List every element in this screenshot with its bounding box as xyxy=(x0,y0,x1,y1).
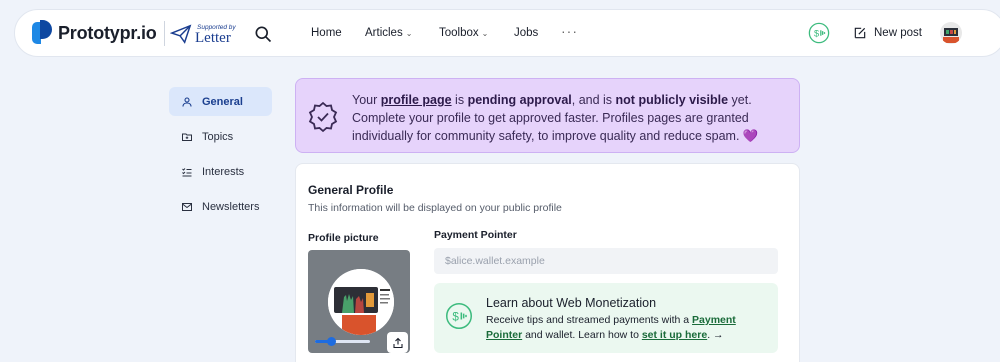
chevron-down-icon: ⌄ xyxy=(481,29,489,38)
checklist-icon xyxy=(182,167,192,176)
sidebar-item-general[interactable]: General xyxy=(169,87,272,116)
settings-sidebar: General Topics Interests Newsletters xyxy=(169,87,272,227)
profile-picture-preview xyxy=(328,269,394,335)
monetization-title: Learn about Web Monetization xyxy=(486,296,657,310)
letter-partner-logo[interactable]: Letter xyxy=(195,30,231,47)
new-post-label: New post xyxy=(874,27,922,39)
card-subtitle: This information will be displayed on yo… xyxy=(308,202,562,214)
payment-pointer-label: Payment Pointer xyxy=(434,229,517,241)
profile-page-link[interactable]: profile page xyxy=(381,93,452,107)
user-avatar[interactable] xyxy=(940,22,962,44)
sidebar-item-topics[interactable]: Topics xyxy=(169,122,272,151)
purple-heart-icon: 💜 xyxy=(742,129,759,143)
chevron-down-icon: ⌄ xyxy=(405,29,413,38)
prototypr-logo-icon[interactable] xyxy=(32,20,52,46)
web-monetization-info: $ Learn about Web Monetization Receive t… xyxy=(434,283,778,353)
mail-icon xyxy=(182,202,192,211)
paper-plane-icon[interactable] xyxy=(170,23,192,45)
nav-articles[interactable]: Articles ⌄ xyxy=(365,27,412,39)
profile-picture-label: Profile picture xyxy=(308,232,379,244)
web-monetization-icon: $ xyxy=(445,302,473,330)
upload-button[interactable] xyxy=(387,332,408,353)
more-menu-icon[interactable]: ··· xyxy=(561,23,578,39)
card-title: General Profile xyxy=(308,183,394,197)
nav-toolbox[interactable]: Toolbox ⌄ xyxy=(439,27,488,39)
pending-approval-banner: Your profile page is pending approval, a… xyxy=(295,78,800,153)
web-monetization-icon[interactable]: $ xyxy=(808,22,830,44)
upload-icon xyxy=(392,337,403,348)
brand-name[interactable]: Prototypr.io xyxy=(58,23,157,44)
top-navbar: Prototypr.io Supported by Letter Home Ar… xyxy=(14,9,1000,57)
zoom-slider-handle[interactable] xyxy=(327,337,336,346)
profile-picture-cropper[interactable] xyxy=(308,250,410,353)
brand-divider xyxy=(164,21,165,46)
nav-jobs[interactable]: Jobs xyxy=(514,27,538,39)
pending-approval-message: Your profile page is pending approval, a… xyxy=(352,93,759,143)
search-icon[interactable] xyxy=(253,24,273,44)
edit-icon xyxy=(854,27,866,39)
new-post-button[interactable]: New post xyxy=(853,26,922,40)
svg-text:$: $ xyxy=(814,29,819,39)
folder-icon xyxy=(182,133,192,141)
svg-text:$: $ xyxy=(452,311,459,324)
monetization-description: Receive tips and streamed payments with … xyxy=(486,314,736,341)
sidebar-item-newsletters[interactable]: Newsletters xyxy=(169,192,272,221)
sidebar-item-label: Topics xyxy=(202,130,234,143)
sidebar-item-label: General xyxy=(202,95,243,108)
user-icon xyxy=(182,96,192,107)
setup-link[interactable]: set it up here xyxy=(642,329,707,341)
nav-home[interactable]: Home xyxy=(311,27,342,39)
sidebar-item-label: Newsletters xyxy=(202,200,260,213)
sidebar-item-interests[interactable]: Interests xyxy=(169,157,272,186)
sidebar-item-label: Interests xyxy=(202,165,245,178)
verified-badge-icon xyxy=(308,101,338,133)
payment-pointer-input[interactable] xyxy=(434,248,778,274)
general-profile-card: General Profile This information will be… xyxy=(295,163,800,362)
